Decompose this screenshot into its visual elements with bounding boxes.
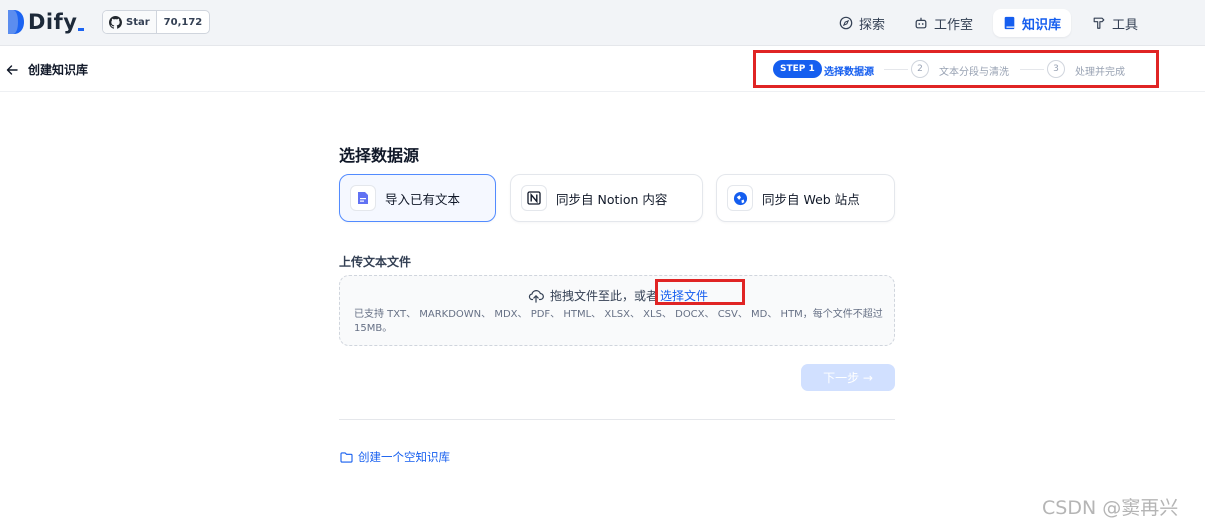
nav-explore[interactable]: 探索 — [829, 9, 895, 37]
file-dropzone[interactable]: 拖拽文件至此，或者 选择文件 已支持 TXT、 MARKDOWN、 MDX、 P… — [339, 275, 895, 346]
source-web-label: 同步自 Web 站点 — [762, 191, 860, 207]
dify-logo-icon — [8, 10, 24, 34]
github-star-count[interactable]: 70,172 — [157, 11, 210, 33]
nav-knowledge[interactable]: 知识库 — [993, 9, 1072, 37]
nav-knowledge-label: 知识库 — [1022, 17, 1062, 33]
hammer-icon — [1093, 17, 1105, 29]
nav-tools-label: 工具 — [1112, 17, 1139, 33]
robot-icon — [915, 17, 927, 29]
top-navigation-bar: Dify Star 70,172 探索 工作室 知识库 工具 — [0, 0, 1205, 46]
dify-logo[interactable]: Dify — [8, 8, 85, 36]
supported-formats-hint: 已支持 TXT、 MARKDOWN、 MDX、 PDF、 HTML、 XLSX、… — [354, 309, 883, 334]
source-notion-label: 同步自 Notion 内容 — [556, 191, 668, 207]
brand-name: Dify — [28, 10, 78, 34]
nav-explore-label: 探索 — [859, 17, 886, 33]
cloud-upload-icon — [528, 289, 544, 303]
source-import-text[interactable]: 导入已有文本 — [339, 174, 496, 222]
source-notion[interactable]: 同步自 Notion 内容 — [510, 174, 703, 222]
source-web[interactable]: 同步自 Web 站点 — [716, 174, 895, 222]
compass-icon — [839, 16, 853, 30]
choose-file-highlight-box — [655, 279, 745, 305]
page-title: 创建知识库 — [28, 63, 89, 77]
github-star-badge[interactable]: Star 70,172 — [102, 10, 211, 34]
web-icon — [727, 185, 753, 211]
section-title: 选择数据源 — [339, 146, 420, 165]
dropzone-text: 拖拽文件至此，或者 — [549, 289, 658, 303]
folder-icon — [340, 451, 353, 463]
github-star-label: Star — [126, 16, 150, 28]
back-button[interactable]: 创建知识库 — [6, 61, 88, 78]
steps-highlight-box — [753, 50, 1159, 88]
create-empty-knowledge-link[interactable]: 创建一个空知识库 — [340, 449, 450, 465]
notion-icon — [521, 185, 547, 211]
upload-section-label: 上传文本文件 — [339, 255, 412, 269]
arrow-left-icon — [6, 64, 18, 75]
github-icon — [109, 15, 122, 29]
csdn-watermark: CSDN @窦再兴 — [1042, 497, 1179, 519]
nav-studio[interactable]: 工作室 — [904, 9, 983, 37]
create-empty-knowledge-label: 创建一个空知识库 — [358, 450, 450, 464]
nav-tools[interactable]: 工具 — [1082, 9, 1148, 37]
divider — [339, 419, 895, 420]
dropzone-prompt: 拖拽文件至此，或者 选择文件 — [340, 287, 896, 304]
github-star-button[interactable]: Star — [103, 11, 157, 33]
book-icon — [1004, 16, 1015, 30]
brand-dot — [78, 27, 85, 31]
next-step-button[interactable]: 下一步 → — [801, 364, 895, 391]
nav-studio-label: 工作室 — [934, 17, 974, 33]
document-icon — [350, 185, 376, 211]
source-import-text-label: 导入已有文本 — [385, 191, 461, 207]
